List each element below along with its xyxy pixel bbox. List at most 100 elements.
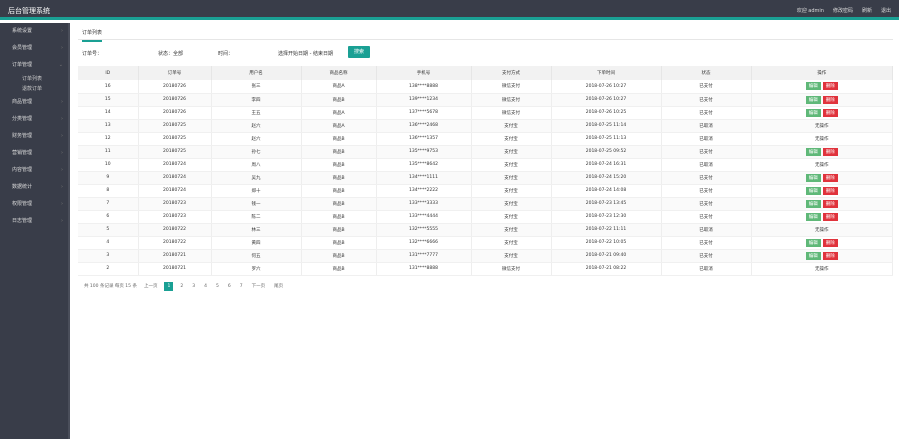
delete-button[interactable]: 删除 <box>822 251 838 260</box>
sidebar-item[interactable]: 商品管理 › <box>0 94 68 111</box>
table-row: 9 20180724 吴九 商品B 134****1111 支付宝 2018-07-24 1… <box>78 171 893 185</box>
top-nav-password[interactable]: 修改密码 <box>833 7 853 14</box>
orders-table: ID 订单号 用户名 商品名称 手机号 支付方式 下单时间 状态 操作 16 20180726 张三… <box>78 66 893 276</box>
sidebar-subitem[interactable]: 退款订单 <box>0 84 68 94</box>
edit-button[interactable]: 编辑 <box>805 186 821 195</box>
edit-button[interactable]: 编辑 <box>805 238 821 247</box>
cell-status: 已支付 <box>661 171 752 185</box>
sidebar-item[interactable]: 会员管理 › <box>0 40 68 57</box>
edit-button[interactable]: 编辑 <box>805 212 821 221</box>
cell-user: 周八 <box>211 158 302 172</box>
edit-button[interactable]: 编辑 <box>805 147 821 156</box>
edit-button[interactable]: 编辑 <box>805 108 821 117</box>
cell-actions: 无操作 <box>751 262 893 276</box>
cell-user: 陈二 <box>211 210 302 224</box>
column-header: ID <box>78 66 139 80</box>
prev-page-button[interactable]: 上一页 <box>142 282 160 290</box>
search-button[interactable]: 搜索 <box>348 46 370 58</box>
sidebar-item[interactable]: 财务管理 › <box>0 128 68 145</box>
cell-phone: 135****8642 <box>376 158 472 172</box>
page-button[interactable]: 4 <box>202 283 209 290</box>
chevron-icon: › <box>61 45 63 51</box>
page-button[interactable]: 5 <box>214 283 221 290</box>
cell-user: 何五 <box>211 249 302 263</box>
order-no-filter[interactable]: 订单号： <box>82 50 102 57</box>
cell-user: 赵六 <box>211 119 302 133</box>
cell-pay: 支付宝 <box>471 119 552 133</box>
cell-status: 已支付 <box>661 80 752 94</box>
next-page-button[interactable]: 下一页 <box>250 282 268 290</box>
cell-no: 20180723 <box>138 197 212 211</box>
edit-button[interactable]: 编辑 <box>805 82 821 91</box>
delete-button[interactable]: 删除 <box>822 147 838 156</box>
delete-button[interactable]: 删除 <box>822 199 838 208</box>
top-nav-refresh[interactable]: 刷新 <box>862 7 872 14</box>
page-button[interactable]: 7 <box>238 283 245 290</box>
edit-button[interactable]: 编辑 <box>805 95 821 104</box>
edit-button[interactable]: 编辑 <box>805 251 821 260</box>
app-title: 后台管理系统 <box>8 7 50 15</box>
pager-info: 共 100 条记录 每页 15 条 <box>84 284 137 289</box>
sidebar-item[interactable]: 数据统计 › <box>0 179 68 196</box>
top-nav-user[interactable]: 欢迎 admin <box>797 7 824 14</box>
cell-actions: 编辑 删除 <box>751 171 893 185</box>
delete-button[interactable]: 删除 <box>822 186 838 195</box>
no-action-text: 无操作 <box>815 162 829 168</box>
chevron-icon: › <box>61 150 63 156</box>
cell-id: 8 <box>78 184 139 198</box>
delete-button[interactable]: 删除 <box>822 212 838 221</box>
sidebar-item[interactable]: 内容管理 › <box>0 162 68 179</box>
sidebar-item[interactable]: 日志管理 › <box>0 213 68 230</box>
last-page-button[interactable]: 尾页 <box>272 282 285 290</box>
table-row: 3 20180721 何五 商品B 131****7777 支付宝 2018-07-21 0… <box>78 249 893 263</box>
page-button[interactable]: 2 <box>178 283 185 290</box>
cell-actions: 编辑 删除 <box>751 80 893 94</box>
cell-phone: 138****8888 <box>376 80 472 94</box>
cell-status: 已支付 <box>661 93 752 107</box>
cell-no: 20180724 <box>138 171 212 185</box>
cell-id: 6 <box>78 210 139 224</box>
cell-actions: 无操作 <box>751 132 893 146</box>
sidebar-item[interactable]: 营销管理 › <box>0 145 68 162</box>
cell-phone: 133****3333 <box>376 197 472 211</box>
sidebar-item[interactable]: 权限管理 › <box>0 196 68 213</box>
cell-pay: 支付宝 <box>471 132 552 146</box>
top-nav-logout[interactable]: 退出 <box>881 7 891 14</box>
cell-goods: 商品B <box>301 184 377 198</box>
sidebar-item-label: 分类管理 <box>12 116 33 122</box>
cell-no: 20180721 <box>138 249 212 263</box>
sidebar-item[interactable]: 订单管理 ⌄ <box>0 57 68 74</box>
sidebar-subitem[interactable]: 订单列表 <box>0 74 68 84</box>
page-button[interactable]: 1 <box>164 281 174 291</box>
chevron-icon: › <box>61 116 63 122</box>
sidebar-item[interactable]: 分类管理 › <box>0 111 68 128</box>
edit-button[interactable]: 编辑 <box>805 173 821 182</box>
edit-button[interactable]: 编辑 <box>805 199 821 208</box>
page-button[interactable]: 3 <box>190 283 197 290</box>
cell-pay: 支付宝 <box>471 145 552 159</box>
date-range-input[interactable]: 选择开始日期 - 结束日期 <box>278 50 333 57</box>
cell-time: 2018-07-22 11:11 <box>551 223 662 237</box>
delete-button[interactable]: 删除 <box>822 95 838 104</box>
cell-pay: 微信支付 <box>471 80 552 94</box>
delete-button[interactable]: 删除 <box>822 108 838 117</box>
cell-actions: 编辑 删除 <box>751 106 893 120</box>
delete-button[interactable]: 删除 <box>822 173 838 182</box>
delete-button[interactable]: 删除 <box>822 238 838 247</box>
cell-pay: 支付宝 <box>471 184 552 198</box>
table-row: 11 20180725 孙七 商品B 135****9753 支付宝 2018-07-25 … <box>78 145 893 159</box>
page-button[interactable]: 6 <box>226 283 233 290</box>
main-content: 订单列表 订单号： 状态：全部 时间： 选择开始日期 - 结束日期 搜索 ID 订… <box>72 23 899 439</box>
table-row: 10 20180724 周八 商品B 135****8642 支付宝 2018-07-24 … <box>78 158 893 172</box>
cell-actions: 编辑 删除 <box>751 210 893 224</box>
time-filter-label: 时间： <box>218 51 234 57</box>
status-filter[interactable]: 状态：全部 <box>158 50 183 57</box>
cell-goods: 商品A <box>301 80 377 94</box>
sidebar-item-label: 权限管理 <box>12 201 33 207</box>
delete-button[interactable]: 删除 <box>822 82 838 91</box>
no-action-text: 无操作 <box>815 136 829 142</box>
sidebar-item[interactable]: 系统设置 › <box>0 23 68 40</box>
cell-goods: 商品A <box>301 106 377 120</box>
cell-goods: 商品B <box>301 132 377 146</box>
cell-time: 2018-07-23 13:45 <box>551 197 662 211</box>
